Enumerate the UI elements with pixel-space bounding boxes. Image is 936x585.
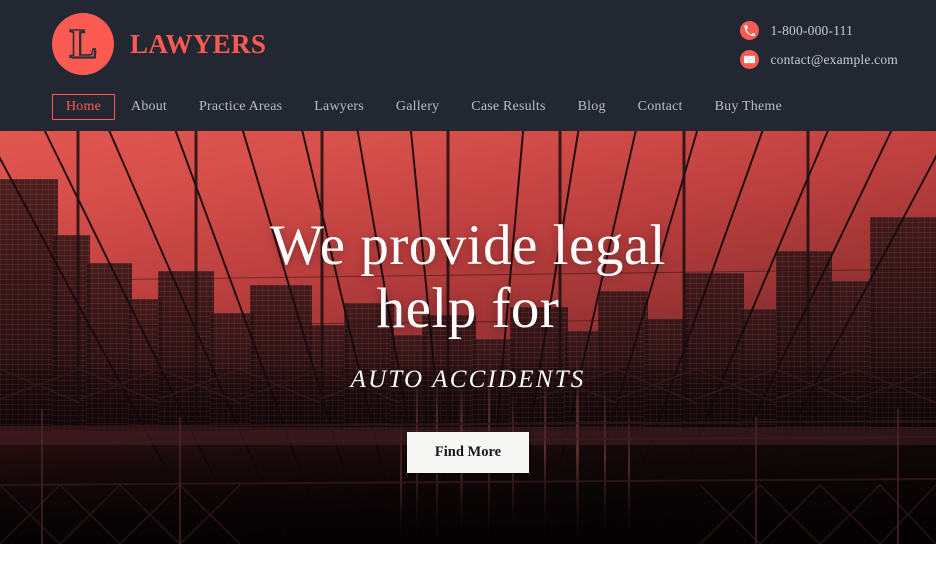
contact-phone[interactable]: 1-800-000-111 [740, 21, 898, 40]
hero-content: We provide legal help for AUTO ACCIDENTS… [0, 131, 936, 474]
email-address-text: contact@example.com [770, 51, 898, 67]
nav-item-case-results[interactable]: Case Results [455, 94, 561, 120]
brand-name: LAWYERS [130, 28, 267, 59]
nav-item-contact[interactable]: Contact [622, 94, 699, 120]
hero-banner: We provide legal help for AUTO ACCIDENTS… [0, 131, 936, 544]
phone-number-text: 1-800-000-111 [770, 22, 854, 38]
envelope-icon [740, 50, 760, 69]
nav-item-blog[interactable]: Blog [562, 94, 622, 120]
page-body-below-hero [0, 544, 936, 585]
logo-letter: L [69, 19, 98, 66]
main-navigation: Home About Practice Areas Lawyers Galler… [0, 94, 798, 120]
nav-item-gallery[interactable]: Gallery [380, 94, 455, 120]
nav-item-lawyers[interactable]: Lawyers [298, 94, 380, 120]
nav-item-home[interactable]: Home [52, 94, 116, 120]
contact-email[interactable]: contact@example.com [740, 50, 898, 69]
nav-item-buy-theme[interactable]: Buy Theme [699, 94, 798, 120]
header-contacts: 1-800-000-111 contact@example.com [740, 13, 898, 79]
header-top-bar: L LAWYERS 1-800-000-111 contact@example.… [0, 0, 936, 90]
brand-logo[interactable]: L LAWYERS [52, 13, 266, 75]
hero-title-line1: We provide legal [270, 214, 666, 277]
hero-title-line2: help for [376, 276, 560, 340]
phone-icon [740, 21, 760, 40]
hero-title: We provide legal help for [198, 214, 738, 340]
find-more-button[interactable]: Find More [406, 432, 530, 474]
hero-subtitle: AUTO ACCIDENTS [350, 366, 586, 394]
nav-item-about[interactable]: About [115, 94, 183, 120]
logo-circle-icon: L [52, 13, 114, 75]
site-header: L LAWYERS 1-800-000-111 contact@example.… [0, 0, 936, 131]
nav-item-practice-areas[interactable]: Practice Areas [183, 94, 298, 120]
